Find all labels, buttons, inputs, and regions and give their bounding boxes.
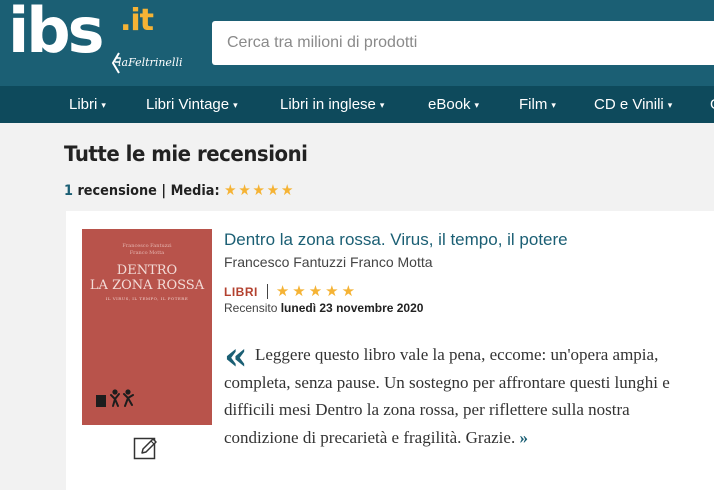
publisher-mark (96, 395, 106, 407)
review-meta: LIBRI ★★★★★ (224, 282, 358, 300)
cover-title: DENTRO LA ZONA ROSSA (89, 263, 205, 293)
review-date: Recensito lunedì 23 novembre 2020 (224, 301, 424, 315)
cover-subtitle: IL VIRUS, IL TEMPO, IL POTERE (105, 296, 189, 301)
search-bar[interactable] (212, 21, 714, 65)
review-count-label: recensione (77, 183, 157, 199)
category-badge: LIBRI (224, 285, 258, 299)
average-rating-stars: ★★★★★ (224, 181, 296, 199)
cover-figures-icon (110, 389, 134, 407)
read-more-link[interactable]: » (519, 428, 528, 447)
chevron-down-icon: ▾ (233, 100, 238, 110)
review-count: 1 (64, 183, 73, 199)
nav-item-cd-vinili[interactable]: CD e Vinili ▾ (594, 86, 672, 123)
logo-it-text: .it (120, 3, 154, 38)
reviews-summary: 1 recensione | Media: ★★★★★ (64, 181, 295, 199)
chevron-down-icon: ▾ (101, 100, 106, 110)
review-text: Leggere questo libro vale la pena, eccom… (224, 345, 670, 447)
review-body: Leggere questo libro vale la pena, eccom… (224, 341, 706, 451)
book-cover[interactable]: Francesco Fantuzzi Franco Motta DENTRO L… (82, 229, 212, 425)
nav-item-ebook[interactable]: eBook ▾ (428, 86, 479, 123)
edit-review-icon[interactable] (133, 435, 159, 461)
nav-item-libri[interactable]: Libri ▾ (69, 86, 106, 123)
ibs-logo[interactable]: ibs .it laFeltrinelli (8, 0, 198, 82)
meta-separator (266, 284, 268, 299)
cover-authors: Francesco Fantuzzi Franco Motta (122, 243, 172, 256)
average-label: Media: (170, 183, 220, 199)
main-nav: Libri ▾ Libri Vintage ▾ Libri in inglese ▾ … (0, 86, 714, 123)
chevron-down-icon: ▾ (379, 100, 385, 110)
nav-item-film[interactable]: Film ▾ (519, 86, 556, 123)
chevron-down-icon: ▾ (474, 100, 480, 110)
nav-item-libri-vintage[interactable]: Libri Vintage ▾ (146, 86, 238, 123)
logo-ibs-text: ibs (8, 0, 105, 67)
review-card: Francesco Fantuzzi Franco Motta DENTRO L… (66, 211, 714, 490)
book-authors: Francesco Fantuzzi Franco Motta (224, 254, 433, 270)
summary-separator: | (161, 183, 167, 199)
search-input[interactable] (212, 21, 714, 65)
site-header: ibs .it laFeltrinelli (0, 0, 714, 86)
chevron-down-icon: ▾ (551, 100, 556, 110)
nav-item-libri-inglese[interactable]: Libri in inglese ▾ (280, 86, 384, 123)
nav-item-overflow[interactable]: G (710, 86, 714, 123)
book-title-link[interactable]: Dentro la zona rossa. Virus, il tempo, i… (224, 230, 568, 250)
page-title: Tutte le mie recensioni (64, 142, 308, 166)
review-date-value: lunedì 23 novembre 2020 (280, 301, 424, 315)
review-rating-stars: ★★★★★ (275, 283, 359, 300)
chevron-down-icon: ▾ (667, 100, 673, 110)
feltrinelli-logo-text: laFeltrinelli (118, 56, 183, 69)
